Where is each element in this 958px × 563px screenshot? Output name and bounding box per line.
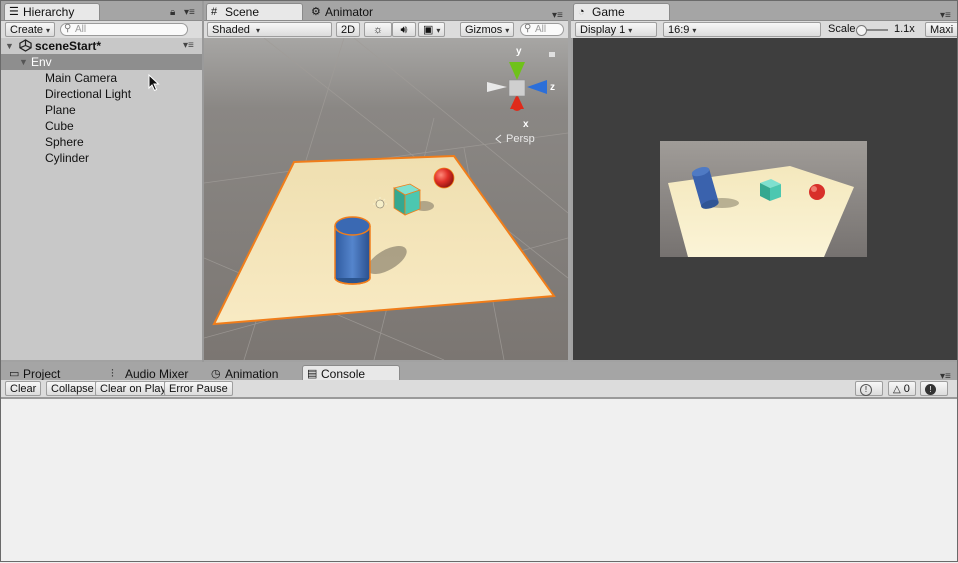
scene-sphere[interactable] [433,167,455,189]
scene-view-canvas: y z x Persp [204,38,568,360]
tab-hierarchy[interactable]: ☰ Hierarchy [4,3,100,20]
hierarchy-row[interactable]: Sphere [0,134,202,150]
scene-name: sceneStart* [35,39,102,53]
mode-2d-button[interactable]: 2D [336,22,361,37]
tab-project-label: Project [23,367,61,381]
create-dropdown[interactable]: Create [5,22,56,37]
pacman-icon: ◔ [578,6,585,18]
hierarchy-item-cube: Cube [45,119,74,133]
collapse-arrow-icon[interactable]: ▼ [5,38,14,54]
hierarchy-item-main-camera: Main Camera [45,71,118,85]
lighting-toggle[interactable]: ☼ [364,22,392,37]
hierarchy-list: ▼ sceneStart* ▾≡ ▼ Env Main Camera Direc… [0,38,202,360]
sun-icon: ☼ [372,24,384,36]
scene-cylinder[interactable] [334,216,371,285]
clear-button[interactable]: Clear [5,381,42,396]
hierarchy-row[interactable]: Cylinder [0,150,202,166]
maximize-on-play-button[interactable]: Maxi [925,22,958,37]
gizmo-y-label: y [516,46,522,57]
shading-mode-value: Shaded [212,24,250,36]
hierarchy-item-directional-light: Directional Light [45,87,132,101]
game-sphere-highlight [811,186,817,192]
tab-scene-label: Scene [225,5,260,19]
tab-console-label: Console [321,367,366,381]
speaker-icon: 🔊︎ [400,24,408,36]
list-icon: ☰ [9,6,19,18]
hierarchy-item-cylinder: Cylinder [45,151,90,165]
scene-menu-icon[interactable]: ▾≡ [183,38,194,54]
scale-value: 1.1x [894,23,915,35]
hierarchy-item-env: Env [31,55,52,69]
hierarchy-search-input[interactable]: All [60,23,188,36]
game-viewport [573,38,958,360]
gizmo-center-cube[interactable] [508,79,526,97]
gizmo-z-label: z [550,82,555,93]
hierarchy-toolbar: Create All [0,21,202,39]
game-toolbar: Display 1 16:9 Scale 1.1x Maxi [571,21,958,39]
panel-divider[interactable] [568,0,571,362]
game-sphere [809,184,825,200]
display-value: Display 1 [580,24,626,36]
error-toggle[interactable]: ! 0 [920,381,948,410]
scene-root-row[interactable]: ▼ sceneStart* ▾≡ [0,38,202,54]
scale-slider[interactable] [856,25,888,36]
collapse-arrow-icon[interactable]: ▼ [19,54,28,70]
gizmo-x-label: x [523,119,529,130]
hierarchy-item-sphere: Sphere [45,135,84,149]
collapse-button[interactable]: Collapse [46,381,99,396]
panel-divider[interactable] [202,0,204,362]
projection-label[interactable]: Persp [506,133,535,145]
warning-toggle[interactable]: △ 0 [888,381,916,396]
tab-hierarchy-label: Hierarchy [23,5,75,19]
scene-cube[interactable] [392,183,421,216]
hierarchy-row[interactable]: Main Camera [0,70,202,86]
scene-search-input[interactable]: All [520,23,564,36]
effects-dropdown[interactable]: ▣ [418,22,446,37]
image-icon: ▣ [423,24,434,36]
tab-animator-label: Animator [325,5,374,19]
gizmos-dropdown[interactable]: Gizmos [460,22,515,37]
hierarchy-item-plane: Plane [45,103,76,117]
game-panel-menu-icon[interactable]: ▾≡ [940,10,951,21]
game-render-canvas [660,141,867,257]
error-pause-button[interactable]: Error Pause [164,381,233,396]
tab-game-label: Game [592,5,625,19]
tab-animator[interactable]: ⚙ Animator [306,3,406,20]
hierarchy-row[interactable]: Directional Light [0,86,202,102]
tab-animation-label: Animation [225,367,279,381]
lock-icon[interactable]: 🔒︎ [170,7,175,18]
shading-mode-dropdown[interactable]: Shaded [207,22,332,37]
error-icon: ! [925,384,936,395]
clear-on-play-button[interactable]: Clear on Play [95,381,172,396]
tab-scene[interactable]: # Scene [206,3,303,20]
console-toolbar: Clear Collapse Clear on Play Error Pause… [0,380,958,410]
grid-icon: # [211,6,218,18]
info-icon: ! [860,384,872,396]
warning-icon: △ [893,384,901,395]
scale-slider-thumb[interactable] [856,25,867,36]
tab-audio-mixer-label: Audio Mixer [125,367,189,381]
scene-lock-icon[interactable] [549,52,555,57]
warning-count: 0 [903,383,910,395]
animator-icon: ⚙ [311,6,321,18]
hierarchy-row[interactable]: Plane [0,102,202,118]
unity-logo-icon [19,39,32,52]
scene-viewport[interactable]: y z x Persp [204,38,568,360]
info-toggle[interactable]: ! 0 [855,381,883,410]
console-log-area[interactable] [0,398,958,563]
display-dropdown[interactable]: Display 1 [575,22,657,37]
audio-toggle[interactable]: 🔊︎ [392,22,416,37]
mouse-cursor-icon [148,74,160,92]
aspect-dropdown[interactable]: 16:9 [663,22,821,37]
panel-menu-icon[interactable]: ▾≡ [184,7,195,18]
scene-panel-menu-icon[interactable]: ▾≡ [552,10,563,21]
tab-game[interactable]: ◔ Game [573,3,670,20]
hierarchy-row[interactable]: Cube [0,118,202,134]
scene-toolbar: Shaded 2D ☼ 🔊︎ ▣ Gizmos All [204,21,568,39]
hierarchy-row-env[interactable]: ▼ Env [0,54,202,70]
aspect-value: 16:9 [668,24,690,36]
scale-label: Scale [828,23,856,35]
